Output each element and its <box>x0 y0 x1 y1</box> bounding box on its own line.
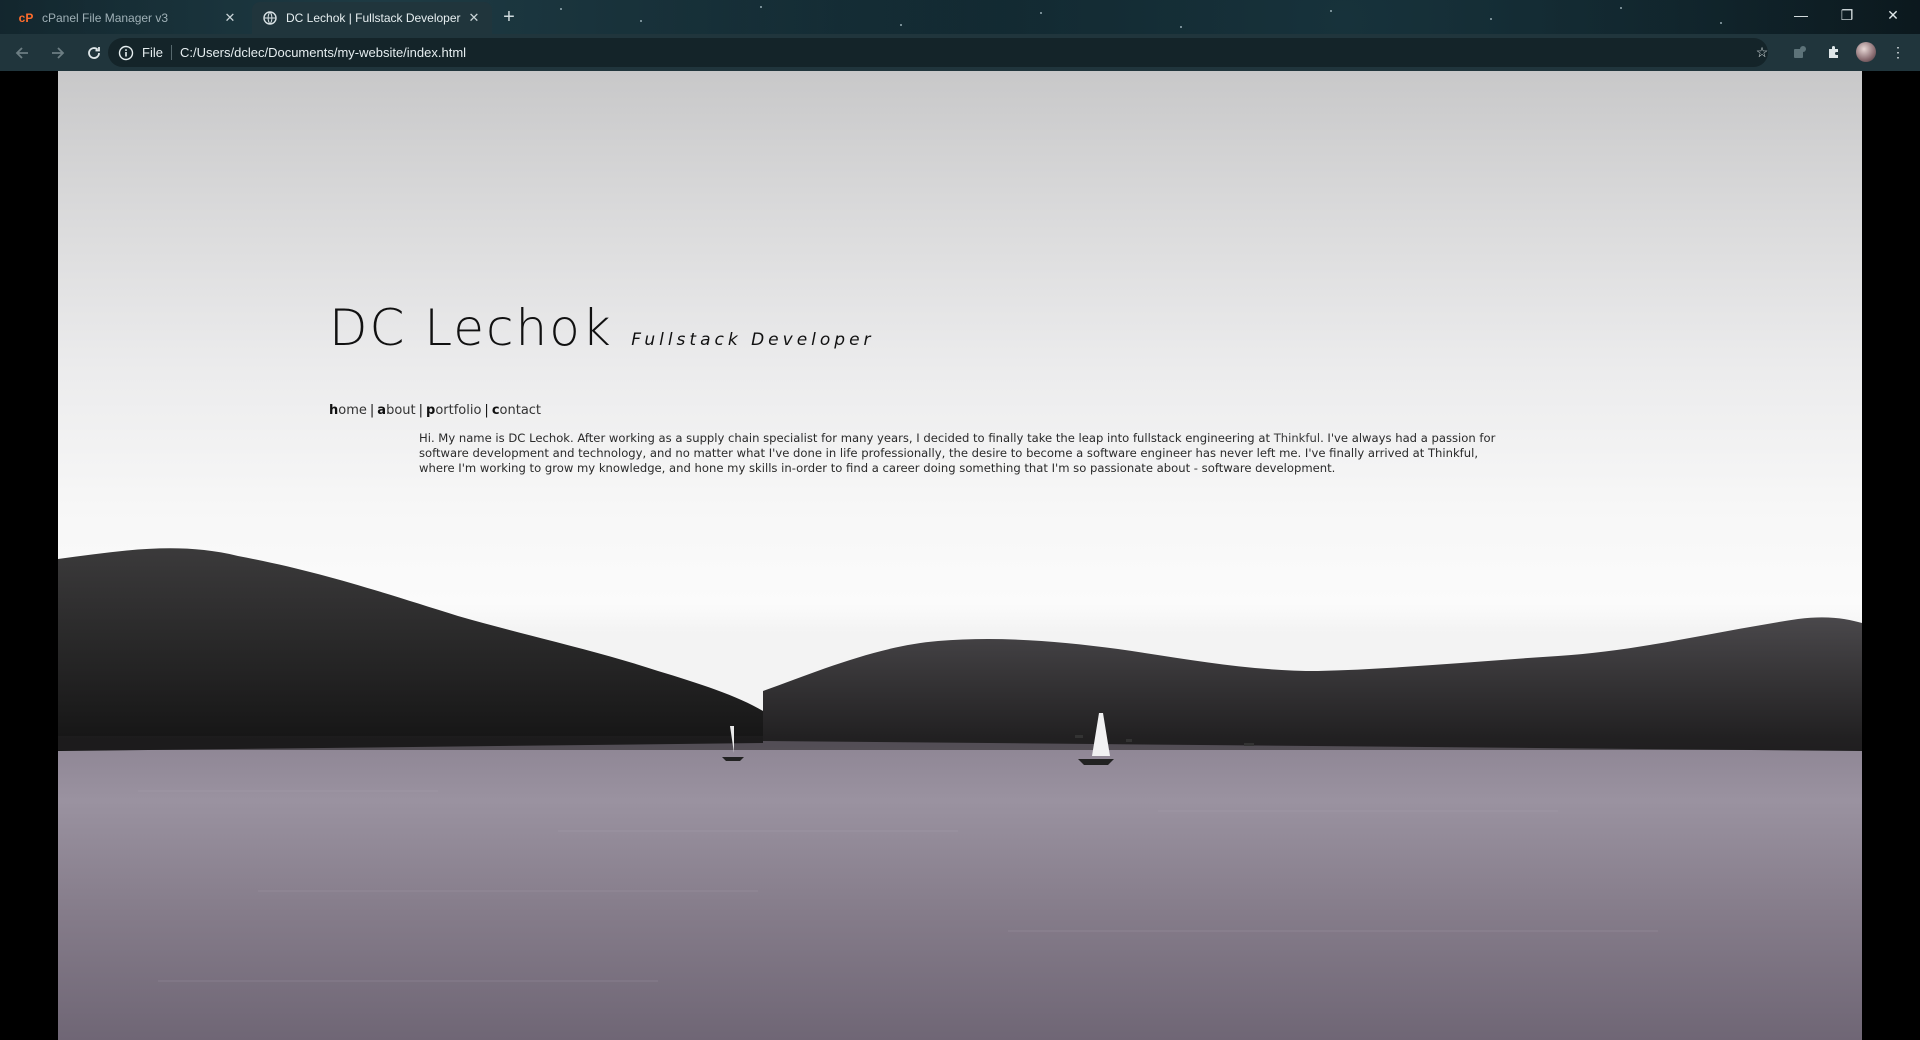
site-nav: home | about | portfolio | contact <box>329 403 541 418</box>
extension-icon[interactable] <box>1790 42 1810 62</box>
nav-link-text: ontact <box>499 403 542 418</box>
nav-link-initial: c <box>491 403 500 418</box>
thinkful-link[interactable]: Thinkful <box>1274 431 1320 445</box>
nav-separator: | <box>418 403 423 418</box>
cpanel-icon: cP <box>18 11 34 25</box>
reload-icon <box>88 46 100 59</box>
nav-separator: | <box>484 403 489 418</box>
site-tagline: Fullstack Developer <box>631 330 875 350</box>
tab-title: DC Lechok | Fullstack Developer <box>286 11 461 25</box>
tab-cpanel[interactable]: cP cPanel File Manager v3 ✕ <box>8 2 248 34</box>
menu-icon[interactable]: ⋮ <box>1888 42 1908 62</box>
site-name: DC Lechok <box>329 299 613 357</box>
page-viewport: DC Lechok Fullstack Developer home | about… <box>0 71 1920 1040</box>
address-bar[interactable]: File C:/Users/dclec/Documents/my-website… <box>108 38 1768 67</box>
nav-link-initial: p <box>426 403 436 418</box>
arrow-right-icon <box>52 46 65 59</box>
browser-toolbar: File C:/Users/dclec/Documents/my-website… <box>0 34 1920 71</box>
nav-link-initial: h <box>329 403 339 418</box>
puzzle-icon[interactable] <box>1824 42 1844 62</box>
bio-text: Hi. My name is DC Lechok. After working … <box>419 431 1274 445</box>
bookmark-star-icon[interactable]: ☆ <box>1752 42 1772 62</box>
globe-icon <box>262 10 278 26</box>
avatar[interactable] <box>1856 42 1876 62</box>
nav-link-home[interactable]: home <box>329 403 367 418</box>
restore-button[interactable]: ❐ <box>1824 0 1870 30</box>
bio-paragraph: Hi. My name is DC Lechok. After working … <box>419 431 1504 476</box>
tab-dc-lechok[interactable]: DC Lechok | Fullstack Developer ✕ <box>252 2 492 34</box>
arrow-left-icon <box>15 46 28 59</box>
reload-button[interactable] <box>80 39 108 67</box>
nav-link-text: ortfolio <box>435 403 482 418</box>
nav-separator: | <box>369 403 375 418</box>
back-button[interactable] <box>8 39 36 67</box>
minimize-button[interactable]: — <box>1778 0 1824 30</box>
lake-background-image <box>58 548 1862 1040</box>
close-window-button[interactable]: ✕ <box>1870 0 1916 30</box>
new-tab-button[interactable]: + <box>498 6 520 28</box>
nav-link-initial: a <box>377 403 387 418</box>
site-header: DC Lechok Fullstack Developer <box>329 299 875 357</box>
forward-button[interactable] <box>44 39 72 67</box>
info-icon[interactable] <box>118 45 134 61</box>
nav-link-about[interactable]: about <box>377 403 415 418</box>
nav-link-text: ome <box>338 403 367 418</box>
url-scheme: File <box>142 45 172 60</box>
nav-link-text: bout <box>386 403 416 418</box>
nav-link-contact[interactable]: contact <box>492 403 541 418</box>
close-icon[interactable]: ✕ <box>222 10 238 26</box>
close-icon[interactable]: ✕ <box>466 10 482 26</box>
nav-link-portfolio[interactable]: portfolio <box>426 403 481 418</box>
tab-strip: cP cPanel File Manager v3 ✕ DC Lechok | … <box>0 0 1920 34</box>
url-text[interactable]: C:/Users/dclec/Documents/my-website/inde… <box>180 45 466 60</box>
website-page: DC Lechok Fullstack Developer home | about… <box>58 71 1862 1040</box>
tab-title: cPanel File Manager v3 <box>42 11 169 25</box>
